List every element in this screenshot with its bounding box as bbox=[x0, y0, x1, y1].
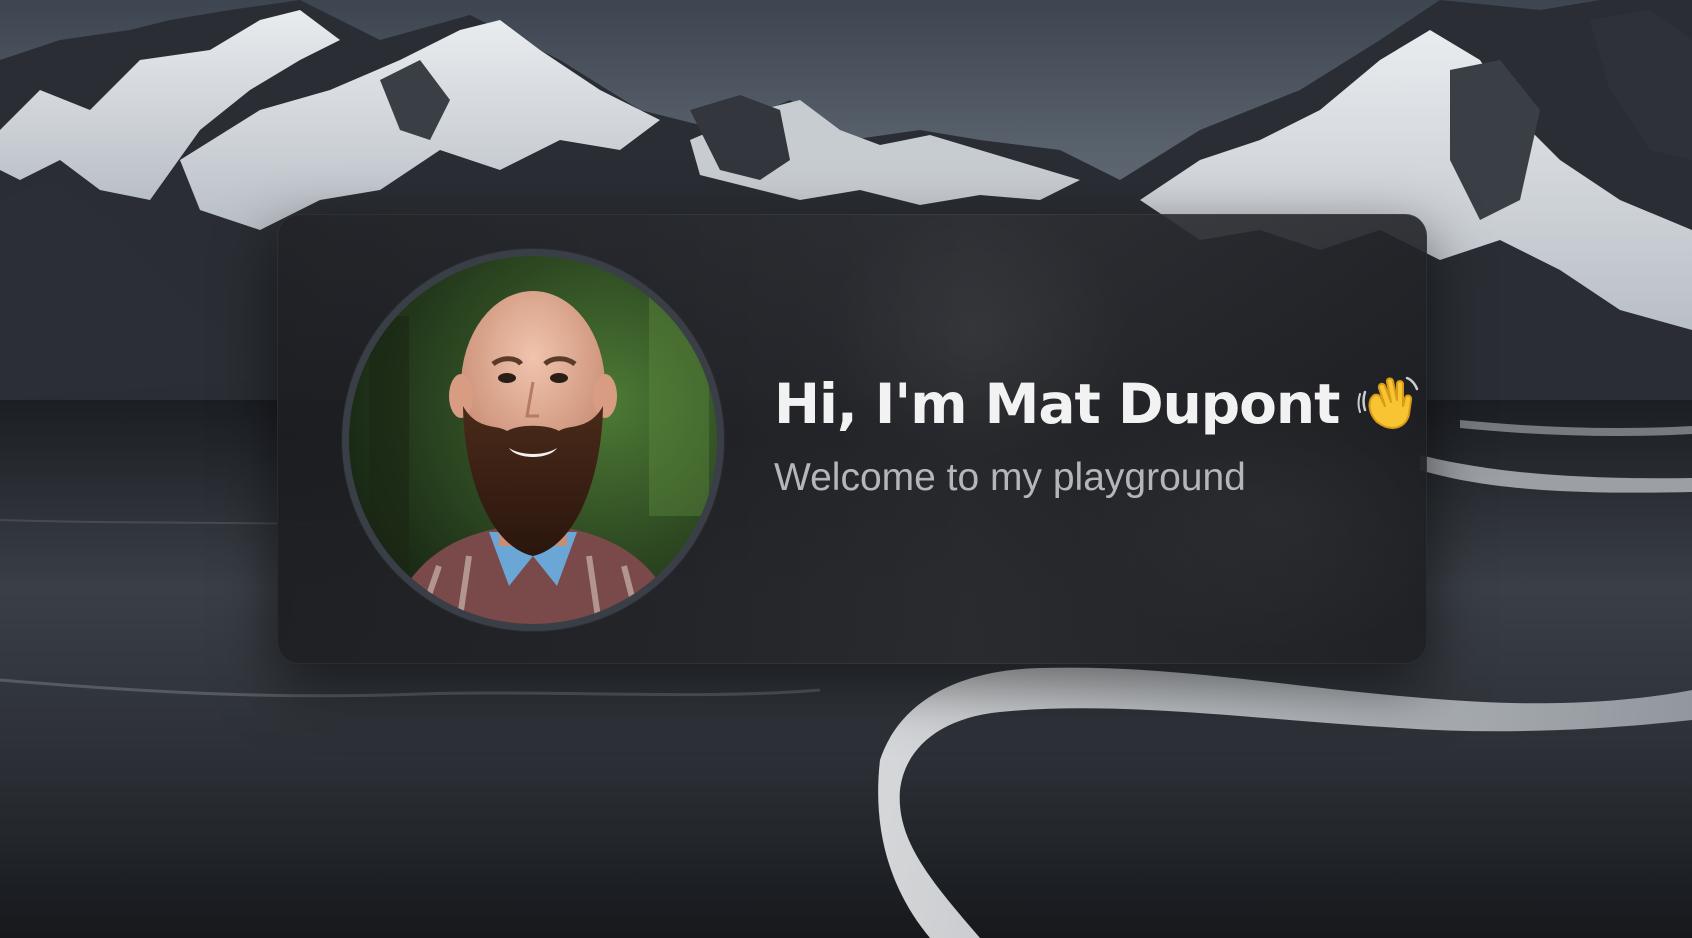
headline-text: Hi, I'm Mat Dupont bbox=[774, 372, 1340, 436]
intro-text: Hi, I'm Mat Dupont Welcome to my playgro… bbox=[774, 369, 1419, 503]
avatar-ring bbox=[342, 249, 724, 631]
profile-photo-image bbox=[349, 256, 717, 624]
page-title: Hi, I'm Mat Dupont bbox=[774, 369, 1419, 439]
subtitle: Welcome to my playground bbox=[774, 456, 1246, 499]
waving-hand-icon bbox=[1357, 372, 1421, 436]
avatar bbox=[349, 256, 717, 624]
intro-card: Hi, I'm Mat Dupont Welcome to my playgro… bbox=[277, 214, 1427, 664]
